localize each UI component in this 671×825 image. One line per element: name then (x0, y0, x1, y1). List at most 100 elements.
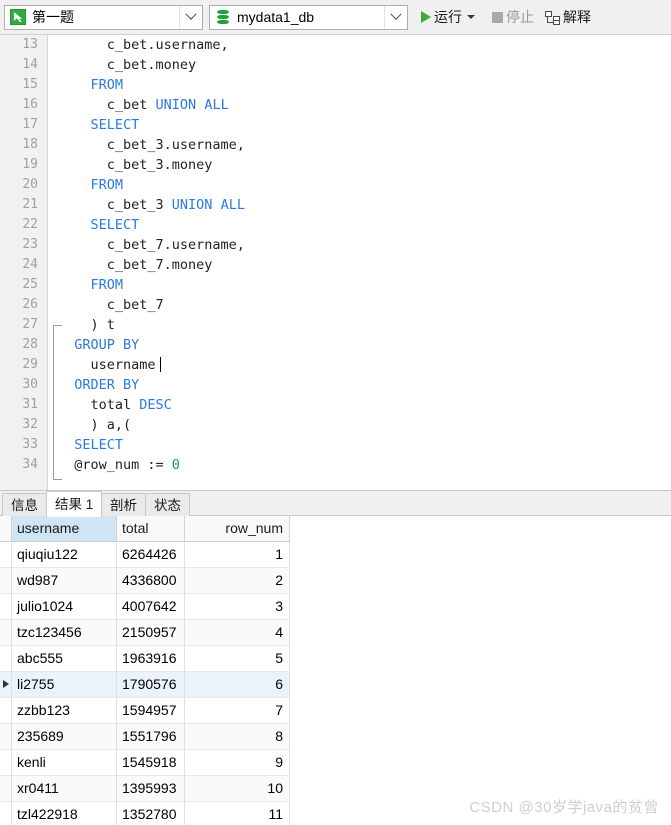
cell-row_num[interactable]: 10 (185, 776, 290, 802)
database-selector-combo[interactable]: mydata1_db (209, 4, 408, 30)
grid-row-marker[interactable] (0, 672, 12, 698)
grid-row-marker[interactable] (0, 568, 12, 594)
cell-row_num[interactable]: 4 (185, 620, 290, 646)
result-tab-2[interactable]: 结果 1 (46, 491, 103, 517)
editor-line[interactable]: 16 c_bet UNION ALL (0, 95, 671, 115)
grid-row-marker[interactable] (0, 646, 12, 672)
cell-row_num[interactable]: 1 (185, 542, 290, 568)
cell-row_num[interactable]: 5 (185, 646, 290, 672)
line-number: 21 (22, 197, 38, 212)
cell-username[interactable]: xr0411 (12, 776, 117, 802)
sql-editor[interactable]: 13 c_bet.username, 14 c_bet.money 15 FROM 1… (0, 35, 671, 490)
table-row[interactable]: li2755 1790576 6 (0, 672, 671, 698)
database-icon (213, 5, 233, 30)
cell-total[interactable]: 4336800 (117, 568, 185, 594)
editor-line[interactable]: 19 c_bet_3.money (0, 155, 671, 175)
cell-row_num[interactable]: 6 (185, 672, 290, 698)
editor-line[interactable]: 14 c_bet.money (0, 55, 671, 75)
cell-total[interactable]: 1790576 (117, 672, 185, 698)
table-row[interactable]: wd987 4336800 2 (0, 568, 671, 594)
cell-total[interactable]: 1352780 (117, 802, 185, 825)
line-number: 17 (22, 117, 38, 132)
editor-line[interactable]: 29 username (0, 355, 671, 375)
cell-row_num[interactable]: 9 (185, 750, 290, 776)
cell-username[interactable]: kenli (12, 750, 117, 776)
editor-line[interactable]: 15 FROM (0, 75, 671, 95)
cell-total[interactable]: 1545918 (117, 750, 185, 776)
query-selector-chevron-down-icon[interactable] (179, 5, 202, 29)
cell-total[interactable]: 4007642 (117, 594, 185, 620)
editor-line[interactable]: 28 GROUP BY (0, 335, 671, 355)
editor-line[interactable]: 27 ) t (0, 315, 671, 335)
grid-row-marker[interactable] (0, 620, 12, 646)
grid-row-marker[interactable] (0, 776, 12, 802)
cell-username[interactable]: tzc123456 (12, 620, 117, 646)
cell-username[interactable]: li2755 (12, 672, 117, 698)
editor-line[interactable]: 25 FROM (0, 275, 671, 295)
cell-row_num[interactable]: 3 (185, 594, 290, 620)
cell-username[interactable]: qiuqiu122 (12, 542, 117, 568)
grid-row-marker[interactable] (0, 698, 12, 724)
table-row[interactable]: qiuqiu122 6264426 1 (0, 542, 671, 568)
editor-line[interactable]: 32 ) a,( (0, 415, 671, 435)
cell-username[interactable]: wd987 (12, 568, 117, 594)
result-tab-1[interactable]: 信息 (2, 493, 47, 517)
editor-line[interactable]: 34 @row_num := 0 (0, 455, 671, 475)
query-selector-combo[interactable]: 第一题 (4, 4, 203, 30)
table-row[interactable]: julio1024 4007642 3 (0, 594, 671, 620)
cell-total[interactable]: 1395993 (117, 776, 185, 802)
column-header-row_num[interactable]: row_num (185, 516, 290, 542)
line-text: ORDER BY (74, 377, 140, 393)
editor-line[interactable]: 30 ORDER BY (0, 375, 671, 395)
editor-line[interactable]: 22 SELECT (0, 215, 671, 235)
editor-line[interactable]: 13 c_bet.username, (0, 35, 671, 55)
stop-button[interactable]: 停止 (486, 5, 537, 30)
cell-username[interactable]: 235689 (12, 724, 117, 750)
cell-total[interactable]: 2150957 (117, 620, 185, 646)
cell-total[interactable]: 1551796 (117, 724, 185, 750)
database-selector-chevron-down-icon[interactable] (384, 5, 407, 29)
editor-line[interactable]: 33 SELECT (0, 435, 671, 455)
cell-total[interactable]: 1594957 (117, 698, 185, 724)
column-header-total[interactable]: total (117, 516, 185, 542)
line-number: 30 (22, 377, 38, 392)
line-number: 14 (22, 57, 38, 72)
cell-username[interactable]: zzbb123 (12, 698, 117, 724)
editor-code-area[interactable]: 13 c_bet.username, 14 c_bet.money 15 FROM 1… (0, 35, 671, 475)
result-tab-4[interactable]: 状态 (145, 493, 190, 517)
cell-total[interactable]: 1963916 (117, 646, 185, 672)
table-row[interactable]: kenli 1545918 9 (0, 750, 671, 776)
result-tab-3[interactable]: 剖析 (101, 493, 146, 517)
cell-username[interactable]: julio1024 (12, 594, 117, 620)
cell-row_num[interactable]: 11 (185, 802, 290, 825)
grid-row-marker[interactable] (0, 594, 12, 620)
cell-row_num[interactable]: 7 (185, 698, 290, 724)
grid-row-marker[interactable] (0, 750, 12, 776)
editor-line[interactable]: 26 c_bet_7 (0, 295, 671, 315)
table-row[interactable]: zzbb123 1594957 7 (0, 698, 671, 724)
editor-line[interactable]: 21 c_bet_3 UNION ALL (0, 195, 671, 215)
editor-line[interactable]: 31 total DESC (0, 395, 671, 415)
table-row[interactable]: abc555 1963916 5 (0, 646, 671, 672)
column-header-username[interactable]: username (12, 516, 117, 542)
table-row[interactable]: tzc123456 2150957 4 (0, 620, 671, 646)
cell-username[interactable]: abc555 (12, 646, 117, 672)
line-text: c_bet_3.money (58, 157, 213, 173)
editor-line[interactable]: 20 FROM (0, 175, 671, 195)
cell-username[interactable]: tzl422918 (12, 802, 117, 825)
editor-line[interactable]: 17 SELECT (0, 115, 671, 135)
editor-line[interactable]: 24 c_bet_7.money (0, 255, 671, 275)
editor-line[interactable]: 23 c_bet_7.username, (0, 235, 671, 255)
run-dropdown-caret-down-icon[interactable] (467, 15, 475, 19)
run-button[interactable]: 运行 (414, 5, 484, 30)
grid-row-marker[interactable] (0, 542, 12, 568)
cell-row_num[interactable]: 8 (185, 724, 290, 750)
explain-button[interactable]: 解释 (539, 5, 594, 30)
cell-row_num[interactable]: 2 (185, 568, 290, 594)
grid-row-marker[interactable] (0, 802, 12, 825)
grid-row-marker[interactable] (0, 724, 12, 750)
editor-line[interactable]: 18 c_bet_3.username, (0, 135, 671, 155)
cell-total[interactable]: 6264426 (117, 542, 185, 568)
table-row[interactable]: 235689 1551796 8 (0, 724, 671, 750)
result-grid[interactable]: username total row_num qiuqiu122 6264426 1 wd9… (0, 516, 671, 825)
